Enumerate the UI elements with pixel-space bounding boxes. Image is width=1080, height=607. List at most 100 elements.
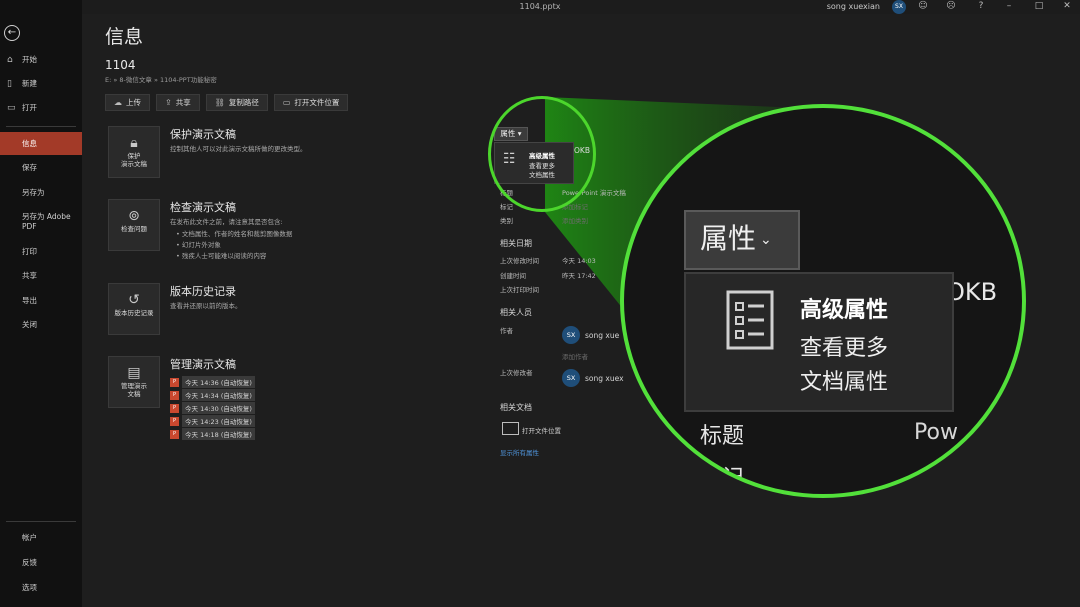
author-name: song xue (585, 330, 620, 340)
prop-value-title-zoomed: Pow (914, 420, 958, 445)
button-label: 复制路径 (228, 98, 259, 107)
add-category-field[interactable]: 添加类别 (562, 215, 588, 225)
author-person[interactable]: SX song xue (562, 326, 619, 344)
check-issues-button[interactable]: ⊚ 检查问题 (108, 199, 160, 251)
properties-list-icon (726, 290, 774, 350)
nav-item-new[interactable]: ▯ 新建 (0, 79, 82, 91)
version-item[interactable]: P 今天 14:18 (自动恢复) (170, 428, 410, 440)
history-icon: ↺ (128, 292, 140, 308)
prop-label-tags-zoomed: 示记 (700, 466, 745, 491)
smile-icon[interactable]: ☺ (916, 1, 930, 11)
version-label: 今天 14:30 (自动恢复) (182, 402, 255, 414)
section-title: 版本历史记录 (170, 285, 236, 298)
close-icon[interactable]: ✕ (1060, 1, 1074, 11)
document-icon: ▤ (127, 365, 141, 381)
nav-label: 新建 (22, 79, 37, 88)
list-item-text: 文档属性、作者的姓名和裁剪图像数据 (181, 230, 293, 238)
autosave-version-list: P 今天 14:36 (自动恢复) P 今天 14:34 (自动恢复) P 今天 14… (170, 376, 410, 440)
inspect-bullet-list: • 文档属性、作者的姓名和裁剪图像数据 • 幻灯片外对象 • 残疾人士可能难以阅… (170, 229, 410, 262)
version-label: 今天 14:36 (自动恢复) (182, 376, 255, 388)
nav-item-export[interactable]: 导出 (0, 296, 82, 306)
nav-label: 打印 (22, 247, 37, 256)
nav-item-home[interactable]: ⌂ 开始 (0, 55, 82, 67)
list-item: • 文档属性、作者的姓名和裁剪图像数据 (176, 230, 293, 238)
pptx-file-icon: P (170, 416, 179, 426)
nav-label: 另存为 Adobe PDF (22, 212, 71, 231)
protect-presentation-button[interactable]: 🔒︎ 保护 演示文稿 (108, 126, 160, 178)
prop-label-printed: 上次打印时间 (500, 286, 539, 294)
nav-label: 信息 (22, 139, 37, 148)
version-item[interactable]: P 今天 14:23 (自动恢复) (170, 415, 410, 427)
nav-item-share[interactable]: 共享 (0, 271, 82, 281)
open-file-location-button[interactable]: ▭ 打开文件位置 (273, 94, 349, 111)
folder-icon (502, 422, 519, 435)
nav-label: 导出 (22, 296, 37, 305)
section-description: 控制其他人可以对此演示文稿所做的更改类型。 (170, 145, 307, 153)
avatar[interactable]: SX (892, 0, 906, 14)
avatar: SX (562, 326, 580, 344)
lock-icon: 🔒︎ (130, 135, 138, 151)
version-item[interactable]: P 今天 14:30 (自动恢复) (170, 402, 410, 414)
nav-item-info[interactable]: 信息 (0, 132, 82, 155)
list-item: • 残疾人士可能难以阅读的内容 (176, 252, 267, 260)
nav-item-feedback[interactable]: 反馈 (0, 558, 82, 568)
help-icon[interactable]: ? (974, 1, 988, 11)
upload-icon: ☁ (114, 98, 122, 107)
new-file-icon: ▯ (7, 79, 12, 89)
add-author-link[interactable]: 添加作者 (562, 351, 588, 361)
related-dates-heading: 相关日期 (500, 239, 532, 248)
share-icon: ⇪ (165, 98, 172, 107)
share-button[interactable]: ⇪ 共享 (156, 94, 200, 111)
nav-item-open[interactable]: ▭ 打开 (0, 103, 82, 115)
magnifier-ring-large: 属性 ⌄ OKB 高级属性 查看更多 文档属性 标题 Pow 示记 (620, 104, 1026, 498)
nav-item-print[interactable]: 打印 (0, 247, 82, 257)
pptx-file-icon: P (170, 403, 179, 413)
minimize-icon[interactable]: – (1002, 1, 1016, 11)
last-modified-by-person[interactable]: SX song xuex (562, 369, 624, 387)
open-file-location-link[interactable]: 打开文件位置 (522, 425, 561, 435)
tile-label: 管理演示 文稿 (121, 382, 147, 398)
pptx-file-icon: P (170, 429, 179, 439)
user-name[interactable]: song xuexian (827, 2, 880, 11)
chevron-down-icon: ⌄ (760, 232, 772, 248)
nav-divider (6, 521, 76, 522)
section-title: 保护演示文稿 (170, 128, 236, 141)
button-label: 属性 (700, 222, 757, 255)
upload-button[interactable]: ☁ 上传 (105, 94, 150, 111)
version-history-button[interactable]: ↺ 版本历史记录 (108, 283, 160, 335)
nav-item-save-as-pdf[interactable]: 另存为 Adobe PDF (0, 212, 82, 232)
nav-item-save-as[interactable]: 另存为 (0, 188, 82, 198)
section-description: 查看并还原以前的版本。 (170, 302, 242, 310)
prop-label-author: 作者 (500, 327, 513, 335)
version-label: 今天 14:34 (自动恢复) (182, 389, 255, 401)
section-description: 在发布此文件之前，请注意其是否包含: (170, 218, 283, 226)
version-label: 今天 14:18 (自动恢复) (182, 428, 255, 440)
version-item[interactable]: P 今天 14:36 (自动恢复) (170, 376, 410, 388)
menu-description-zoomed: 查看更多 文档属性 (800, 332, 888, 400)
nav-label: 打开 (22, 103, 37, 112)
home-icon: ⌂ (7, 55, 13, 65)
document-path: E: » 8-微信文章 » 1104-PPT功能秘密 (105, 76, 217, 84)
menu-description-line: 查看更多 (800, 336, 889, 361)
nav-item-account[interactable]: 帐户 (0, 533, 82, 543)
frown-icon[interactable]: ☹ (944, 1, 958, 11)
page-title: 信息 (105, 26, 144, 48)
nav-item-close[interactable]: 关闭 (0, 320, 82, 330)
nav-label: 关闭 (22, 320, 37, 329)
magnifier-ring-small (488, 96, 596, 212)
tile-label: 保护 演示文稿 (121, 152, 147, 168)
prop-label-category: 类别 (500, 217, 513, 225)
nav-item-options[interactable]: 选项 (0, 583, 82, 593)
version-item[interactable]: P 今天 14:34 (自动恢复) (170, 389, 410, 401)
nav-label: 反馈 (22, 558, 37, 567)
menu-description-line: 文档属性 (800, 370, 889, 395)
show-all-properties-link[interactable]: 显示所有属性 (500, 447, 539, 457)
nav-item-save[interactable]: 保存 (0, 163, 82, 173)
button-label: 上传 (126, 98, 141, 107)
manage-presentation-button[interactable]: ▤ 管理演示 文稿 (108, 356, 160, 408)
title-bar: 1104.pptx song xuexian SX ☺ ☹ ? – □ ✕ (0, 0, 1080, 14)
inspect-icon: ⊚ (128, 208, 140, 224)
maximize-icon[interactable]: □ (1032, 1, 1046, 11)
copy-path-button[interactable]: ⛓ 复制路径 (205, 94, 268, 111)
back-arrow-icon[interactable]: ← (4, 25, 20, 41)
